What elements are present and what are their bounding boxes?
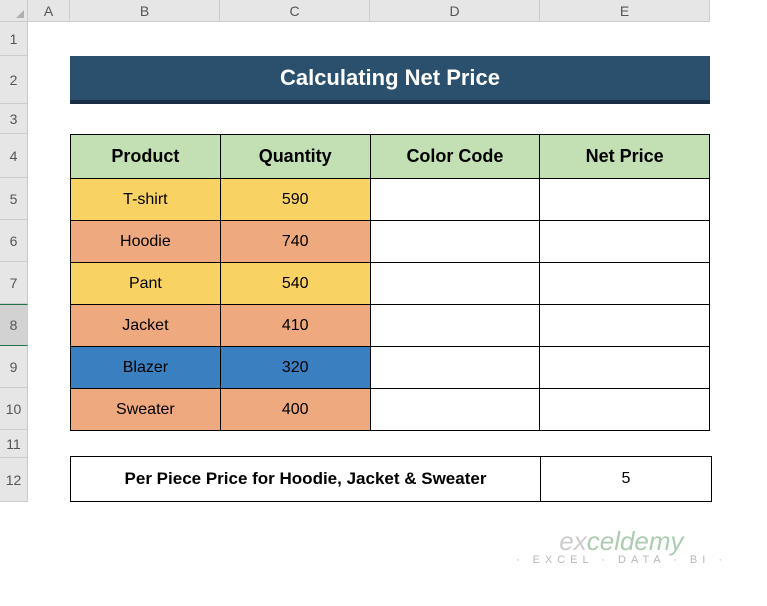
col-header-e[interactable]: E	[540, 0, 710, 22]
table-row: Blazer 320	[71, 347, 710, 389]
data-table: Product Quantity Color Code Net Price T-…	[70, 134, 710, 431]
header-quantity[interactable]: Quantity	[220, 135, 370, 179]
cell-color-code[interactable]	[370, 389, 540, 431]
watermark: exceldemy · EXCEL · DATA · BI ·	[516, 526, 727, 566]
cell-product[interactable]: Blazer	[71, 347, 221, 389]
row-header-11[interactable]: 11	[0, 430, 28, 458]
cell-product[interactable]: Jacket	[71, 305, 221, 347]
header-net-price[interactable]: Net Price	[540, 135, 710, 179]
col-header-d[interactable]: D	[370, 0, 540, 22]
row-header-12[interactable]: 12	[0, 458, 28, 502]
table-row: Sweater 400	[71, 389, 710, 431]
row-header-2[interactable]: 2	[0, 56, 28, 104]
cell-net-price[interactable]	[540, 221, 710, 263]
cell-quantity[interactable]: 410	[220, 305, 370, 347]
summary-label[interactable]: Per Piece Price for Hoodie, Jacket & Swe…	[71, 457, 541, 501]
cell-quantity[interactable]: 540	[220, 263, 370, 305]
cell-product[interactable]: Sweater	[71, 389, 221, 431]
cell-color-code[interactable]	[370, 347, 540, 389]
select-all-corner[interactable]	[0, 0, 28, 22]
title-banner: Calculating Net Price	[70, 56, 710, 104]
cell-color-code[interactable]	[370, 263, 540, 305]
watermark-logo: exceldemy	[516, 526, 727, 557]
cell-color-code[interactable]	[370, 305, 540, 347]
table-row: Pant 540	[71, 263, 710, 305]
header-product[interactable]: Product	[71, 135, 221, 179]
table-row: Hoodie 740	[71, 221, 710, 263]
row-header-10[interactable]: 10	[0, 388, 28, 430]
spreadsheet-grid: A B C D E 1 2 3 4 5 6 7 8 9 10 11 12 Cal…	[0, 0, 767, 502]
col-header-b[interactable]: B	[70, 0, 220, 22]
cell-net-price[interactable]	[540, 263, 710, 305]
col-header-c[interactable]: C	[220, 0, 370, 22]
cell-area[interactable]: Calculating Net Price Product Quantity C…	[28, 22, 767, 502]
cell-net-price[interactable]	[540, 179, 710, 221]
cell-quantity[interactable]: 590	[220, 179, 370, 221]
row-header-5[interactable]: 5	[0, 178, 28, 220]
table-row: Jacket 410	[71, 305, 710, 347]
header-color-code[interactable]: Color Code	[370, 135, 540, 179]
row-header-7[interactable]: 7	[0, 262, 28, 304]
cell-net-price[interactable]	[540, 347, 710, 389]
row-header-4[interactable]: 4	[0, 134, 28, 178]
row-header-column: 1 2 3 4 5 6 7 8 9 10 11 12	[0, 22, 28, 502]
table-header-row: Product Quantity Color Code Net Price	[71, 135, 710, 179]
cell-color-code[interactable]	[370, 221, 540, 263]
cell-color-code[interactable]	[370, 179, 540, 221]
col-header-a[interactable]: A	[28, 0, 70, 22]
row-header-3[interactable]: 3	[0, 104, 28, 134]
row-header-6[interactable]: 6	[0, 220, 28, 262]
summary-box: Per Piece Price for Hoodie, Jacket & Swe…	[70, 456, 712, 502]
row-header-9[interactable]: 9	[0, 346, 28, 388]
cell-product[interactable]: Hoodie	[71, 221, 221, 263]
watermark-tagline: · EXCEL · DATA · BI ·	[516, 554, 727, 566]
row-header-8[interactable]: 8	[0, 304, 28, 346]
cell-product[interactable]: Pant	[71, 263, 221, 305]
cell-quantity[interactable]: 320	[220, 347, 370, 389]
column-header-row: A B C D E	[0, 0, 767, 22]
table-row: T-shirt 590	[71, 179, 710, 221]
cell-quantity[interactable]: 400	[220, 389, 370, 431]
cell-net-price[interactable]	[540, 389, 710, 431]
row-header-1[interactable]: 1	[0, 22, 28, 56]
cell-product[interactable]: T-shirt	[71, 179, 221, 221]
cell-quantity[interactable]: 740	[220, 221, 370, 263]
cell-net-price[interactable]	[540, 305, 710, 347]
summary-value[interactable]: 5	[541, 457, 711, 501]
